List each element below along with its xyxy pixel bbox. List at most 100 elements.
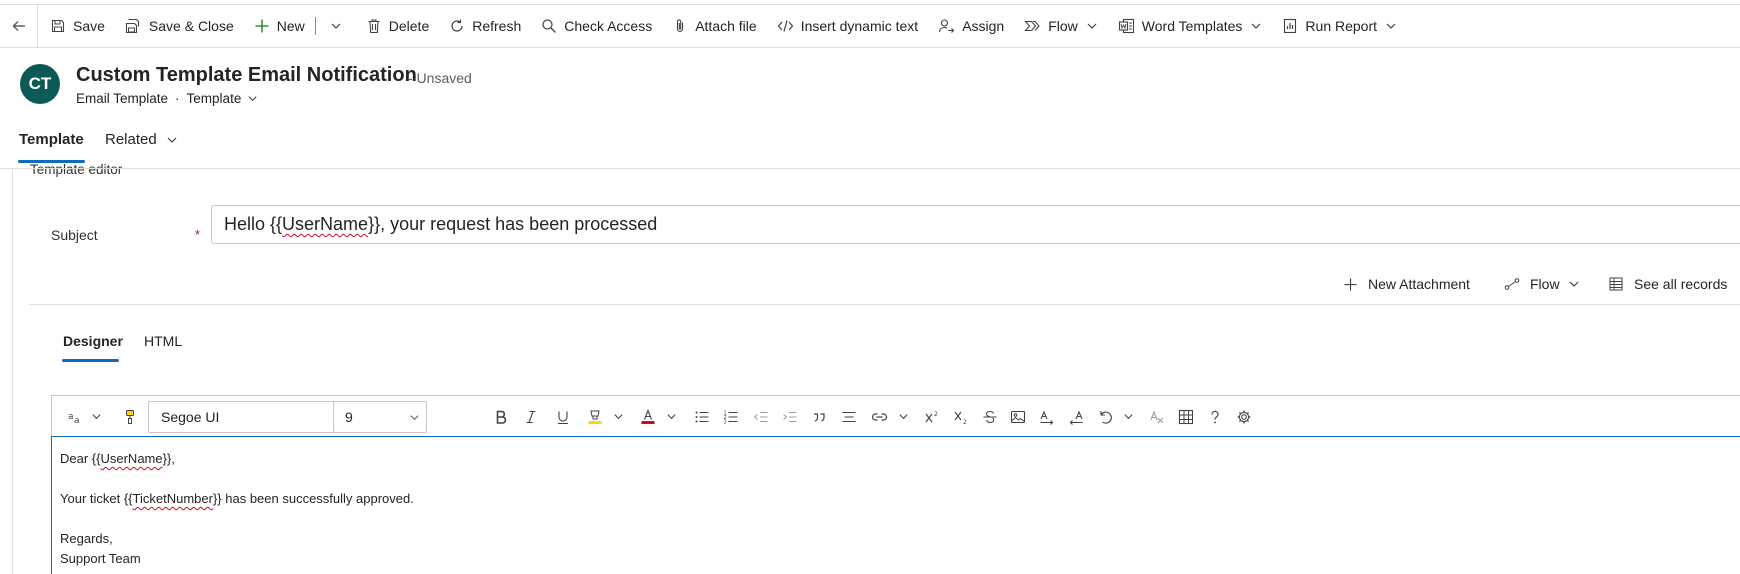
tab-related-label: Related	[105, 131, 157, 148]
decrease-indent-button[interactable]	[749, 396, 773, 437]
text-direction-rtl-button[interactable]	[1064, 396, 1088, 437]
save-button[interactable]: Save	[38, 4, 115, 48]
body-line-signature: Support Team	[60, 551, 141, 566]
flow-connector-icon	[1504, 278, 1520, 290]
table-icon	[1178, 409, 1194, 424]
align-button[interactable]	[837, 396, 861, 437]
split-divider	[314, 17, 316, 35]
svg-text:2: 2	[963, 419, 967, 425]
chevron-down-icon	[898, 414, 908, 420]
greeting-suffix: }},	[162, 451, 175, 466]
tab-related[interactable]: Related	[105, 131, 178, 148]
trash-icon	[368, 19, 380, 34]
italic-icon	[526, 410, 536, 423]
refresh-icon	[451, 19, 463, 32]
flow-label: Flow	[1048, 18, 1078, 34]
attach-file-button[interactable]: Attach file	[662, 4, 766, 48]
underline-button[interactable]	[551, 396, 575, 437]
chevron-down-icon	[1386, 23, 1396, 29]
tab-template[interactable]: Template	[19, 131, 84, 148]
back-button[interactable]	[0, 4, 38, 48]
font-color-button[interactable]	[636, 396, 660, 437]
subject-input[interactable]: Hello {{UserName}}, your request has bee…	[211, 205, 1740, 244]
save-and-close-button[interactable]: Save & Close	[115, 4, 244, 48]
tab-html[interactable]: HTML	[144, 333, 182, 349]
delete-button[interactable]: Delete	[356, 4, 439, 48]
chevron-down-icon	[1123, 414, 1133, 420]
refresh-button[interactable]: Refresh	[439, 4, 531, 48]
new-split-chevron[interactable]	[320, 4, 356, 48]
editor-settings-button[interactable]	[1232, 396, 1256, 437]
bold-button[interactable]	[489, 396, 513, 437]
active-editor-tab-indicator	[62, 359, 119, 362]
subject-suffix: }}, your request has been processed	[368, 214, 658, 234]
email-body-editor[interactable]: Dear {{UserName}}, Your ticket {{TicketN…	[51, 436, 1740, 574]
check-access-button[interactable]: Check Access	[531, 4, 662, 48]
see-all-records-button[interactable]: See all records	[1608, 272, 1727, 296]
font-format-button[interactable]: aa	[64, 396, 86, 437]
font-color-icon	[641, 408, 655, 424]
format-painter-icon	[126, 409, 134, 424]
check-access-label: Check Access	[564, 18, 653, 34]
run-report-button[interactable]: Run Report	[1272, 4, 1407, 48]
insert-image-button[interactable]	[1006, 396, 1030, 437]
body-blank-line	[60, 509, 1740, 529]
subscript-button[interactable]: 2	[949, 396, 973, 437]
assign-button[interactable]: Assign	[928, 4, 1014, 48]
bullet-list-icon	[695, 411, 709, 422]
greeting-prefix: Dear {{	[60, 451, 101, 466]
text-direction-rtl-icon	[1069, 410, 1083, 425]
highlight-button[interactable]	[583, 396, 607, 437]
link-dropdown[interactable]	[895, 396, 911, 437]
subgrid-flow-button[interactable]: Flow	[1504, 272, 1580, 296]
breadcrumb: Email Template · Template	[76, 91, 258, 106]
link-icon	[871, 412, 887, 421]
insert-link-button[interactable]	[867, 396, 891, 437]
subject-prefix: Hello {{	[224, 214, 283, 234]
new-label: New	[276, 18, 305, 34]
font-size-value: 9	[345, 409, 353, 425]
clear-format-icon	[1150, 409, 1164, 423]
see-all-records-label: See all records	[1634, 276, 1728, 292]
chevron-down-icon	[167, 137, 177, 143]
blockquote-button[interactable]	[807, 396, 831, 437]
word-templates-button[interactable]: Word Templates	[1108, 4, 1273, 48]
insert-table-button[interactable]	[1174, 396, 1198, 437]
tab-designer[interactable]: Designer	[63, 333, 123, 349]
numbered-list-button[interactable]: 123	[719, 396, 743, 437]
superscript-button[interactable]: 2	[920, 396, 944, 437]
font-format-dropdown[interactable]	[88, 396, 104, 437]
undo-dropdown[interactable]	[1120, 396, 1136, 437]
align-center-icon	[842, 411, 856, 422]
strikethrough-button[interactable]	[978, 396, 1002, 437]
clear-formatting-button[interactable]	[1145, 396, 1169, 437]
increase-indent-button[interactable]	[778, 396, 802, 437]
insert-dynamic-text-button[interactable]: Insert dynamic text	[767, 4, 929, 48]
ticket-token: TicketNumber	[132, 491, 213, 506]
image-icon	[1010, 410, 1026, 423]
report-icon	[1284, 18, 1297, 34]
subgrid-flow-label: Flow	[1530, 276, 1560, 292]
format-painter-button[interactable]	[119, 396, 141, 437]
undo-icon	[1100, 410, 1112, 424]
text-direction-ltr-button[interactable]	[1035, 396, 1059, 437]
form-selector[interactable]: Template	[187, 91, 259, 106]
new-attachment-button[interactable]: New Attachment	[1343, 272, 1470, 296]
record-title: Custom Template Email Notification	[76, 64, 417, 86]
text-direction-icon	[1040, 410, 1054, 425]
flow-menu-button[interactable]: Flow	[1014, 4, 1108, 48]
undo-button[interactable]	[1093, 396, 1117, 437]
help-button[interactable]	[1203, 396, 1227, 437]
new-attachment-label: New Attachment	[1368, 276, 1470, 292]
italic-button[interactable]	[519, 396, 543, 437]
run-report-label: Run Report	[1305, 18, 1378, 34]
new-button[interactable]: New	[244, 4, 315, 48]
chevron-down-icon	[1251, 23, 1261, 29]
bullet-list-button[interactable]	[690, 396, 714, 437]
font-size-select[interactable]: 9	[333, 401, 427, 433]
record-status: - Unsaved	[408, 70, 472, 86]
highlight-dropdown[interactable]	[610, 396, 626, 437]
font-color-dropdown[interactable]	[663, 396, 679, 437]
chevron-down-icon	[1087, 23, 1097, 29]
attach-file-label: Attach file	[695, 18, 757, 34]
